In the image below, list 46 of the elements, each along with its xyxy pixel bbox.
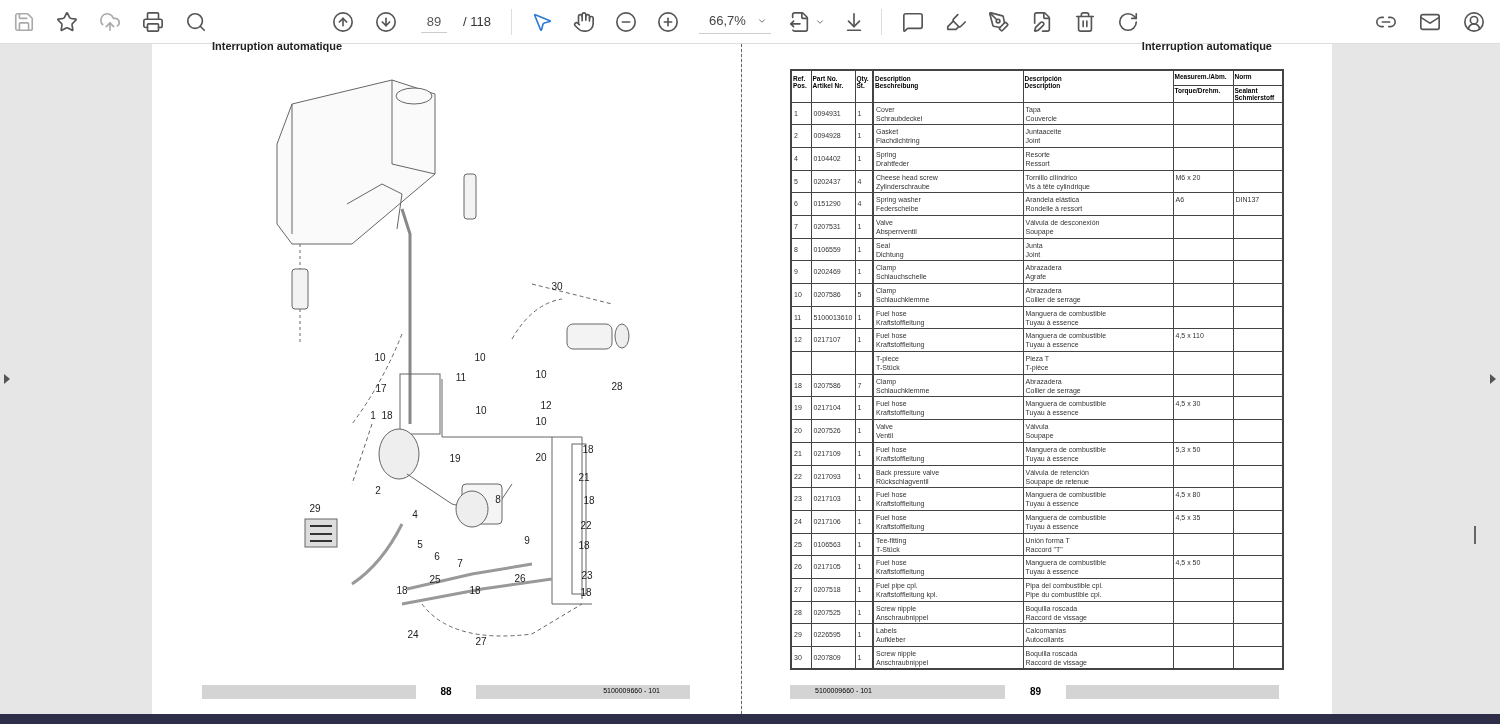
callout-number: 18 <box>469 584 481 596</box>
callout-number: 7 <box>457 557 463 569</box>
callout-number: 10 <box>535 415 547 427</box>
callout-number: 18 <box>396 584 408 596</box>
callout-number: 10 <box>535 368 547 380</box>
callout-number: 25 <box>429 573 441 585</box>
callout-number: 5 <box>417 538 423 550</box>
scrollbar-thumb[interactable] <box>1474 526 1476 544</box>
callout-number: 18 <box>582 443 594 455</box>
callout-number: 24 <box>407 628 419 640</box>
callout-number: 21 <box>578 471 590 483</box>
callout-number: 29 <box>309 502 321 514</box>
callout-number: 28 <box>611 380 623 392</box>
expand-left-icon[interactable] <box>4 374 10 384</box>
callout-number: 23 <box>581 569 593 581</box>
callout-number: 10 <box>475 404 487 416</box>
callout-number: 11 <box>455 371 467 383</box>
callout-number: 18 <box>583 494 595 506</box>
page-number-field[interactable]: 89 <box>421 10 447 33</box>
callout-number: 18 <box>580 586 592 598</box>
callout-number: 18 <box>578 539 590 551</box>
callout-number: 9 <box>524 534 530 546</box>
callout-number: 22 <box>580 519 592 531</box>
callout-number: 2 <box>375 484 381 496</box>
callout-number: 19 <box>449 452 461 464</box>
page-number: 88 <box>439 685 453 699</box>
callout-number: 27 <box>475 635 487 647</box>
callout-number: 8 <box>495 493 501 505</box>
callout-number: 12 <box>540 399 552 411</box>
callout-number: 10 <box>474 351 486 363</box>
callout-number: 6 <box>434 550 440 562</box>
page-header: Interruption automatique <box>212 39 344 54</box>
callout-number: 4 <box>412 508 418 520</box>
page-total: / 118 <box>463 12 491 31</box>
caret-icon <box>756 16 767 26</box>
callout-number: 10 <box>374 351 386 363</box>
callout-number: 1 <box>370 409 376 421</box>
callout-number: 17 <box>375 382 387 394</box>
callout-number: 20 <box>535 451 547 463</box>
expand-right-icon[interactable] <box>1490 374 1496 384</box>
page-number: 89 <box>1028 685 1043 699</box>
callout-number: 30 <box>551 280 563 292</box>
zoom-dropdown[interactable]: 66,7% <box>698 9 771 34</box>
callout-number: 18 <box>381 409 393 421</box>
callout-number: 26 <box>514 572 526 584</box>
page-header: Interruption automatique <box>1141 39 1272 54</box>
